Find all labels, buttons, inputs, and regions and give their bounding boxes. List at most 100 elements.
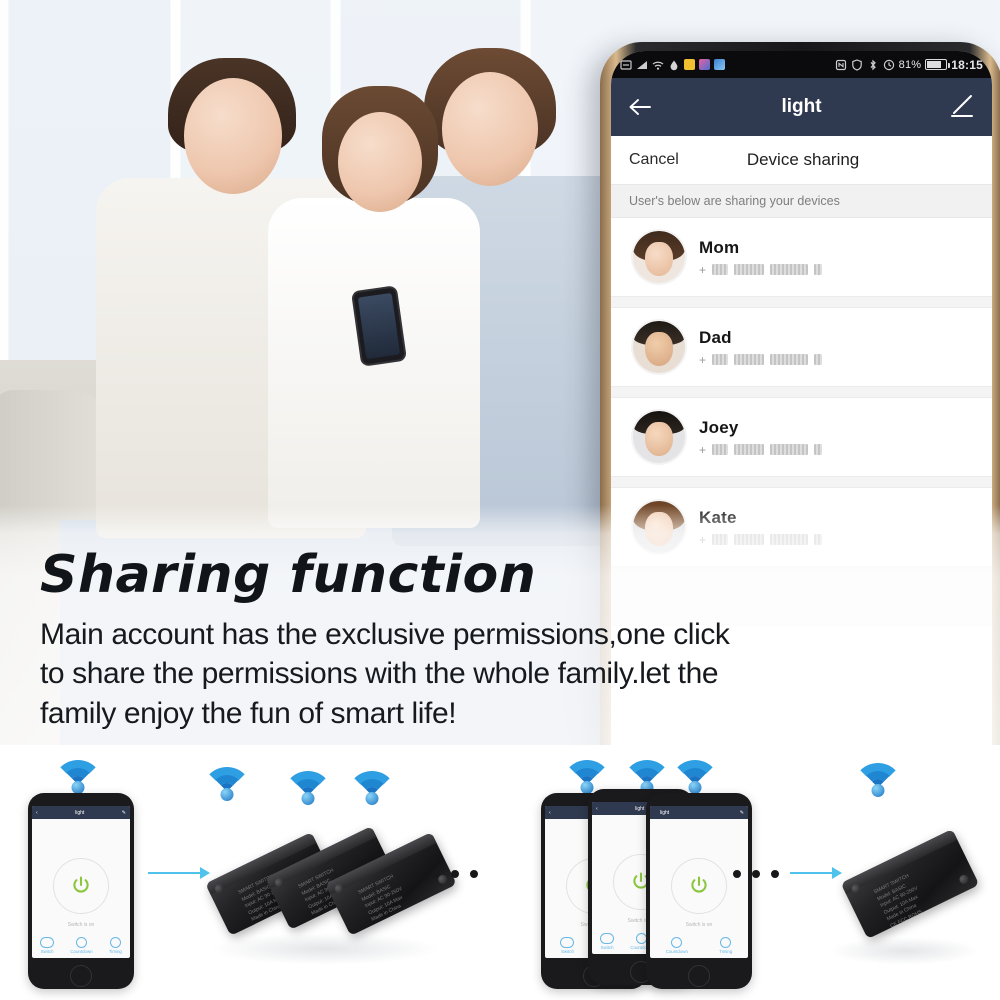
- tab-switch[interactable]: Switch: [560, 937, 575, 954]
- pencil-icon[interactable]: ✎: [740, 810, 744, 816]
- app-bar-title: light: [635, 805, 645, 812]
- app-bar: ‹ light ✎: [32, 806, 130, 819]
- user-phone-masked: +: [699, 353, 823, 367]
- list-separator: [611, 386, 992, 398]
- user-phone-masked: +: [699, 443, 823, 457]
- avatar-mom: [633, 231, 685, 283]
- tab-label: Switch: [560, 949, 574, 954]
- cancel-button[interactable]: Cancel: [629, 151, 679, 169]
- user-name: Mom: [699, 237, 740, 257]
- back-arrow-icon[interactable]: ‹: [36, 810, 38, 816]
- user-name: Dad: [699, 327, 732, 347]
- tab-label: Timing: [719, 949, 733, 954]
- countdown-icon: [671, 937, 683, 948]
- app-badge-yellow-icon: [684, 59, 695, 70]
- tab-label: Countdown: [70, 949, 93, 954]
- screw-icon: [850, 882, 863, 895]
- timer-icon: [720, 937, 732, 948]
- toggle-icon: [600, 933, 615, 944]
- tab-timing[interactable]: Timing: [719, 937, 732, 954]
- status-bar: 81% 18:15: [611, 51, 992, 78]
- page-title: Sharing function: [40, 545, 537, 605]
- module-label: SMART SWITCH Model: BASIC Input: AC 90-2…: [872, 873, 923, 929]
- list-separator: [611, 296, 992, 308]
- diagram-phone-left: ‹ light ✎ Switch is on Switch Countdown …: [28, 793, 134, 989]
- back-arrow-icon[interactable]: ‹: [549, 810, 551, 816]
- device-status-label: Switch is on: [685, 922, 713, 928]
- avatar: [633, 231, 685, 283]
- diagram-phone-right-3: light ✎ Switch is on Countdown Timing: [646, 793, 752, 989]
- status-bar-right-icons: 81% 18:15: [835, 58, 983, 72]
- device-status-label: Switch is on: [67, 922, 95, 928]
- tab-switch[interactable]: Switch: [600, 933, 615, 950]
- list-item[interactable]: Joey +: [611, 398, 992, 476]
- phone-screen: ‹ light ✎ Switch is on Switch: [32, 806, 130, 958]
- screw-icon: [273, 876, 286, 889]
- home-button[interactable]: [70, 965, 92, 987]
- arrow-right-icon: [148, 867, 210, 879]
- ellipsis-indicator: [432, 870, 478, 878]
- power-toggle-button[interactable]: [53, 858, 109, 914]
- tab-label: Switch: [40, 949, 54, 954]
- avatar: [633, 501, 685, 553]
- wifi-icon: [281, 761, 335, 805]
- user-phone-masked: +: [699, 263, 823, 277]
- module-label: SMART SWITCH Model: BASIC Input: AC 90-2…: [357, 873, 408, 930]
- wifi-icon: [560, 750, 614, 794]
- sharing-hint-text: User's below are sharing your devices: [611, 184, 992, 218]
- device-shadow: [830, 937, 980, 965]
- power-toggle-button[interactable]: [671, 858, 727, 914]
- screw-icon: [333, 882, 346, 895]
- app-badge-home-icon: [714, 59, 725, 70]
- power-icon: [691, 876, 707, 893]
- back-arrow-icon[interactable]: [627, 97, 653, 117]
- wifi-icon: [851, 753, 905, 797]
- clock-label: 18:15: [951, 57, 983, 72]
- list-item[interactable]: Dad +: [611, 308, 992, 386]
- mother-head: [442, 72, 538, 186]
- sheet-header: Cancel Device sharing: [611, 136, 992, 184]
- toggle-icon: [40, 937, 55, 948]
- avatar: [633, 321, 685, 373]
- daughter-head: [338, 112, 422, 212]
- phone-screen: light ✎ Switch is on Countdown Timing: [650, 806, 748, 958]
- shield-icon: [851, 58, 863, 71]
- screw-icon: [957, 873, 970, 886]
- nfc-icon: [835, 59, 847, 71]
- sheet-title: Device sharing: [746, 150, 860, 169]
- page-root: 81% 18:15 light Cancel Device sharing Us…: [0, 0, 1000, 1000]
- app-bar-title: light: [660, 809, 670, 816]
- list-item[interactable]: Mom +: [611, 218, 992, 296]
- tab-countdown[interactable]: Countdown: [70, 937, 93, 954]
- tab-switch[interactable]: Switch: [40, 937, 55, 954]
- status-bar-left-icons: [620, 59, 725, 71]
- wifi-icon: [200, 757, 254, 801]
- hero-photo: 81% 18:15 light Cancel Device sharing Us…: [0, 0, 1000, 745]
- app-bar-title: light: [75, 809, 85, 816]
- tab-label: Countdown: [665, 949, 688, 954]
- tab-timing[interactable]: Timing: [109, 937, 122, 954]
- screenshot-icon: [620, 59, 632, 71]
- device-shadow: [210, 933, 440, 965]
- user-name: Kate: [699, 507, 737, 527]
- home-button[interactable]: [688, 965, 710, 987]
- bottom-tab-bar: Switch Countdown Timing: [32, 937, 130, 954]
- tab-countdown[interactable]: Countdown: [666, 937, 688, 954]
- back-arrow-icon[interactable]: ‹: [596, 806, 598, 812]
- screw-icon: [213, 882, 226, 895]
- bluetooth-icon: [867, 59, 879, 71]
- app-badge-photo-icon: [699, 59, 710, 70]
- tab-label: Switch: [600, 945, 614, 950]
- tab-label: Timing: [108, 949, 122, 954]
- marketing-body-text: Main account has the exclusive permissio…: [40, 617, 730, 731]
- wifi-icon: [652, 59, 664, 71]
- avatar-dad: [633, 321, 685, 373]
- marketing-copy: Sharing function Main account has the ex…: [40, 548, 830, 734]
- connectivity-diagram: ‹ light ✎ Switch is on Switch Countdown …: [0, 745, 1000, 1000]
- pencil-icon[interactable]: [948, 94, 976, 120]
- water-drop-icon: [668, 59, 680, 71]
- pencil-icon[interactable]: ✎: [122, 810, 126, 816]
- father-head: [184, 78, 282, 194]
- arrow-right-icon: [790, 867, 842, 879]
- list-separator: [611, 476, 992, 488]
